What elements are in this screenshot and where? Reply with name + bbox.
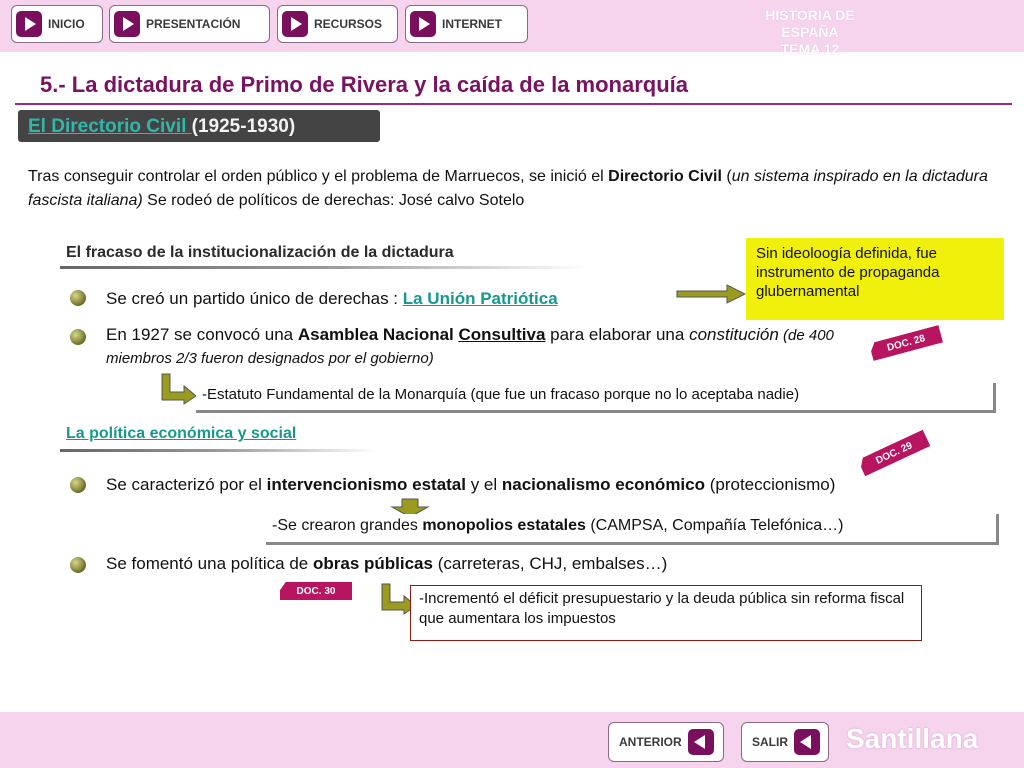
bullet-bold: obras públicas xyxy=(312,554,433,573)
l-arrow-icon xyxy=(161,373,197,405)
page-title: 5.- La dictadura de Primo de Rivera y la… xyxy=(40,72,689,97)
santillana-logo: Santillana xyxy=(846,723,979,754)
nav-inicio-button[interactable]: INICIO xyxy=(11,5,103,43)
bullet-bold: Consultiva xyxy=(458,325,546,344)
intro-text: ( xyxy=(721,168,732,185)
monopolios-box: -Se crearon grandes monopolios estatales… xyxy=(266,514,999,545)
section-title: El Directorio Civil (1925-1930) xyxy=(28,116,295,138)
economia-heading[interactable]: La política económica y social xyxy=(66,425,296,443)
fracaso-underline xyxy=(60,266,590,269)
intro-text: Se rodeó de políticos de derechas: José … xyxy=(142,192,525,209)
nav-recursos-button[interactable]: RECURSOS xyxy=(277,5,398,43)
intro-paragraph: Tras conseguir controlar el orden públic… xyxy=(28,165,1003,213)
box-text: -Se crearon grandes xyxy=(272,517,423,534)
bullet-text: (proteccionismo) xyxy=(705,475,836,494)
intro-bold: Directorio Civil xyxy=(608,168,722,185)
anterior-button[interactable]: ANTERIOR xyxy=(608,722,724,762)
bullet-icon xyxy=(70,329,86,345)
bullet-union-patriotica: Se creó un partido único de derechas : L… xyxy=(106,288,558,310)
bullet-italic: constitución xyxy=(689,325,779,344)
back-icon xyxy=(687,729,714,755)
note-box: Sin ideoloogía definida, fue instrumento… xyxy=(746,238,1004,320)
arrow-right-icon xyxy=(676,284,747,304)
brand-title: HISTORIA DE ESPAÑA TEMA 12 xyxy=(740,7,880,58)
deficit-box: -Incrementó el déficit presupuestario y … xyxy=(410,585,922,641)
box-bold: monopolios estatales xyxy=(422,517,586,534)
bullet-icon xyxy=(70,290,86,306)
economia-underline xyxy=(60,449,378,452)
nav-internet-button[interactable]: INTERNET xyxy=(405,5,528,43)
anterior-label: ANTERIOR xyxy=(619,735,682,749)
bullet-bold: nacionalismo económico xyxy=(501,475,705,494)
estatuto-box: -Estatuto Fundamental de la Monarquía (q… xyxy=(196,383,996,413)
bullet-intervencionismo: Se caracterizó por el intervencionismo e… xyxy=(106,474,835,496)
doc-30-button[interactable]: DOC. 30 xyxy=(280,582,352,600)
nav-recursos-label: RECURSOS xyxy=(314,17,383,31)
section-years: (1925-1930) xyxy=(191,116,296,137)
bullet-text: para elaborar una xyxy=(545,325,690,344)
bullet-obras-publicas: Se fomentó una política de obras pública… xyxy=(106,553,667,575)
bullet-icon xyxy=(70,477,86,493)
play-icon xyxy=(114,11,140,37)
nav-inicio-label: INICIO xyxy=(48,17,85,31)
salir-label: SALIR xyxy=(752,735,788,749)
brand-line-1: HISTORIA DE ESPAÑA xyxy=(765,7,855,40)
bullet-text: Se fomentó una política de xyxy=(106,554,313,573)
bullet-asamblea: En 1927 se convocó una Asamblea Nacional… xyxy=(106,324,846,370)
back-icon xyxy=(794,729,820,755)
brand-line-2: TEMA 12 xyxy=(780,41,840,57)
nav-presentacion-button[interactable]: PRESENTACIÓN xyxy=(109,5,270,43)
bullet-text: Se creó un partido único de derechas : xyxy=(106,289,403,308)
bullet-text: y el xyxy=(465,475,502,494)
bullet-text: Se caracterizó por el xyxy=(106,475,267,494)
bullet-bold: intervencionismo estatal xyxy=(266,475,466,494)
play-icon xyxy=(410,11,436,37)
bullet-bold: Asamblea Nacional xyxy=(297,325,459,344)
doc-28-button[interactable]: DOC. 28 xyxy=(869,325,943,361)
union-patriotica-link[interactable]: La Unión Patriótica xyxy=(403,289,558,308)
bullet-text: (carreteras, CHJ, embalses…) xyxy=(432,554,668,573)
nav-presentacion-label: PRESENTACIÓN xyxy=(146,17,241,31)
bullet-text: En 1927 se convocó una xyxy=(106,325,298,344)
nav-internet-label: INTERNET xyxy=(442,17,502,31)
fracaso-heading: El fracaso de la institucionalización de… xyxy=(66,244,454,261)
doc-29-button[interactable]: DOC. 29 xyxy=(858,430,931,477)
title-divider xyxy=(15,103,1012,105)
intro-text: Tras conseguir controlar el orden públic… xyxy=(28,168,609,185)
play-icon xyxy=(282,11,308,37)
salir-button[interactable]: SALIR xyxy=(741,722,829,762)
bullet-icon xyxy=(70,557,86,573)
play-icon xyxy=(16,11,42,37)
box-text: (CAMPSA, Compañía Telefónica…) xyxy=(585,517,844,534)
section-link[interactable]: El Directorio Civil xyxy=(28,116,192,137)
